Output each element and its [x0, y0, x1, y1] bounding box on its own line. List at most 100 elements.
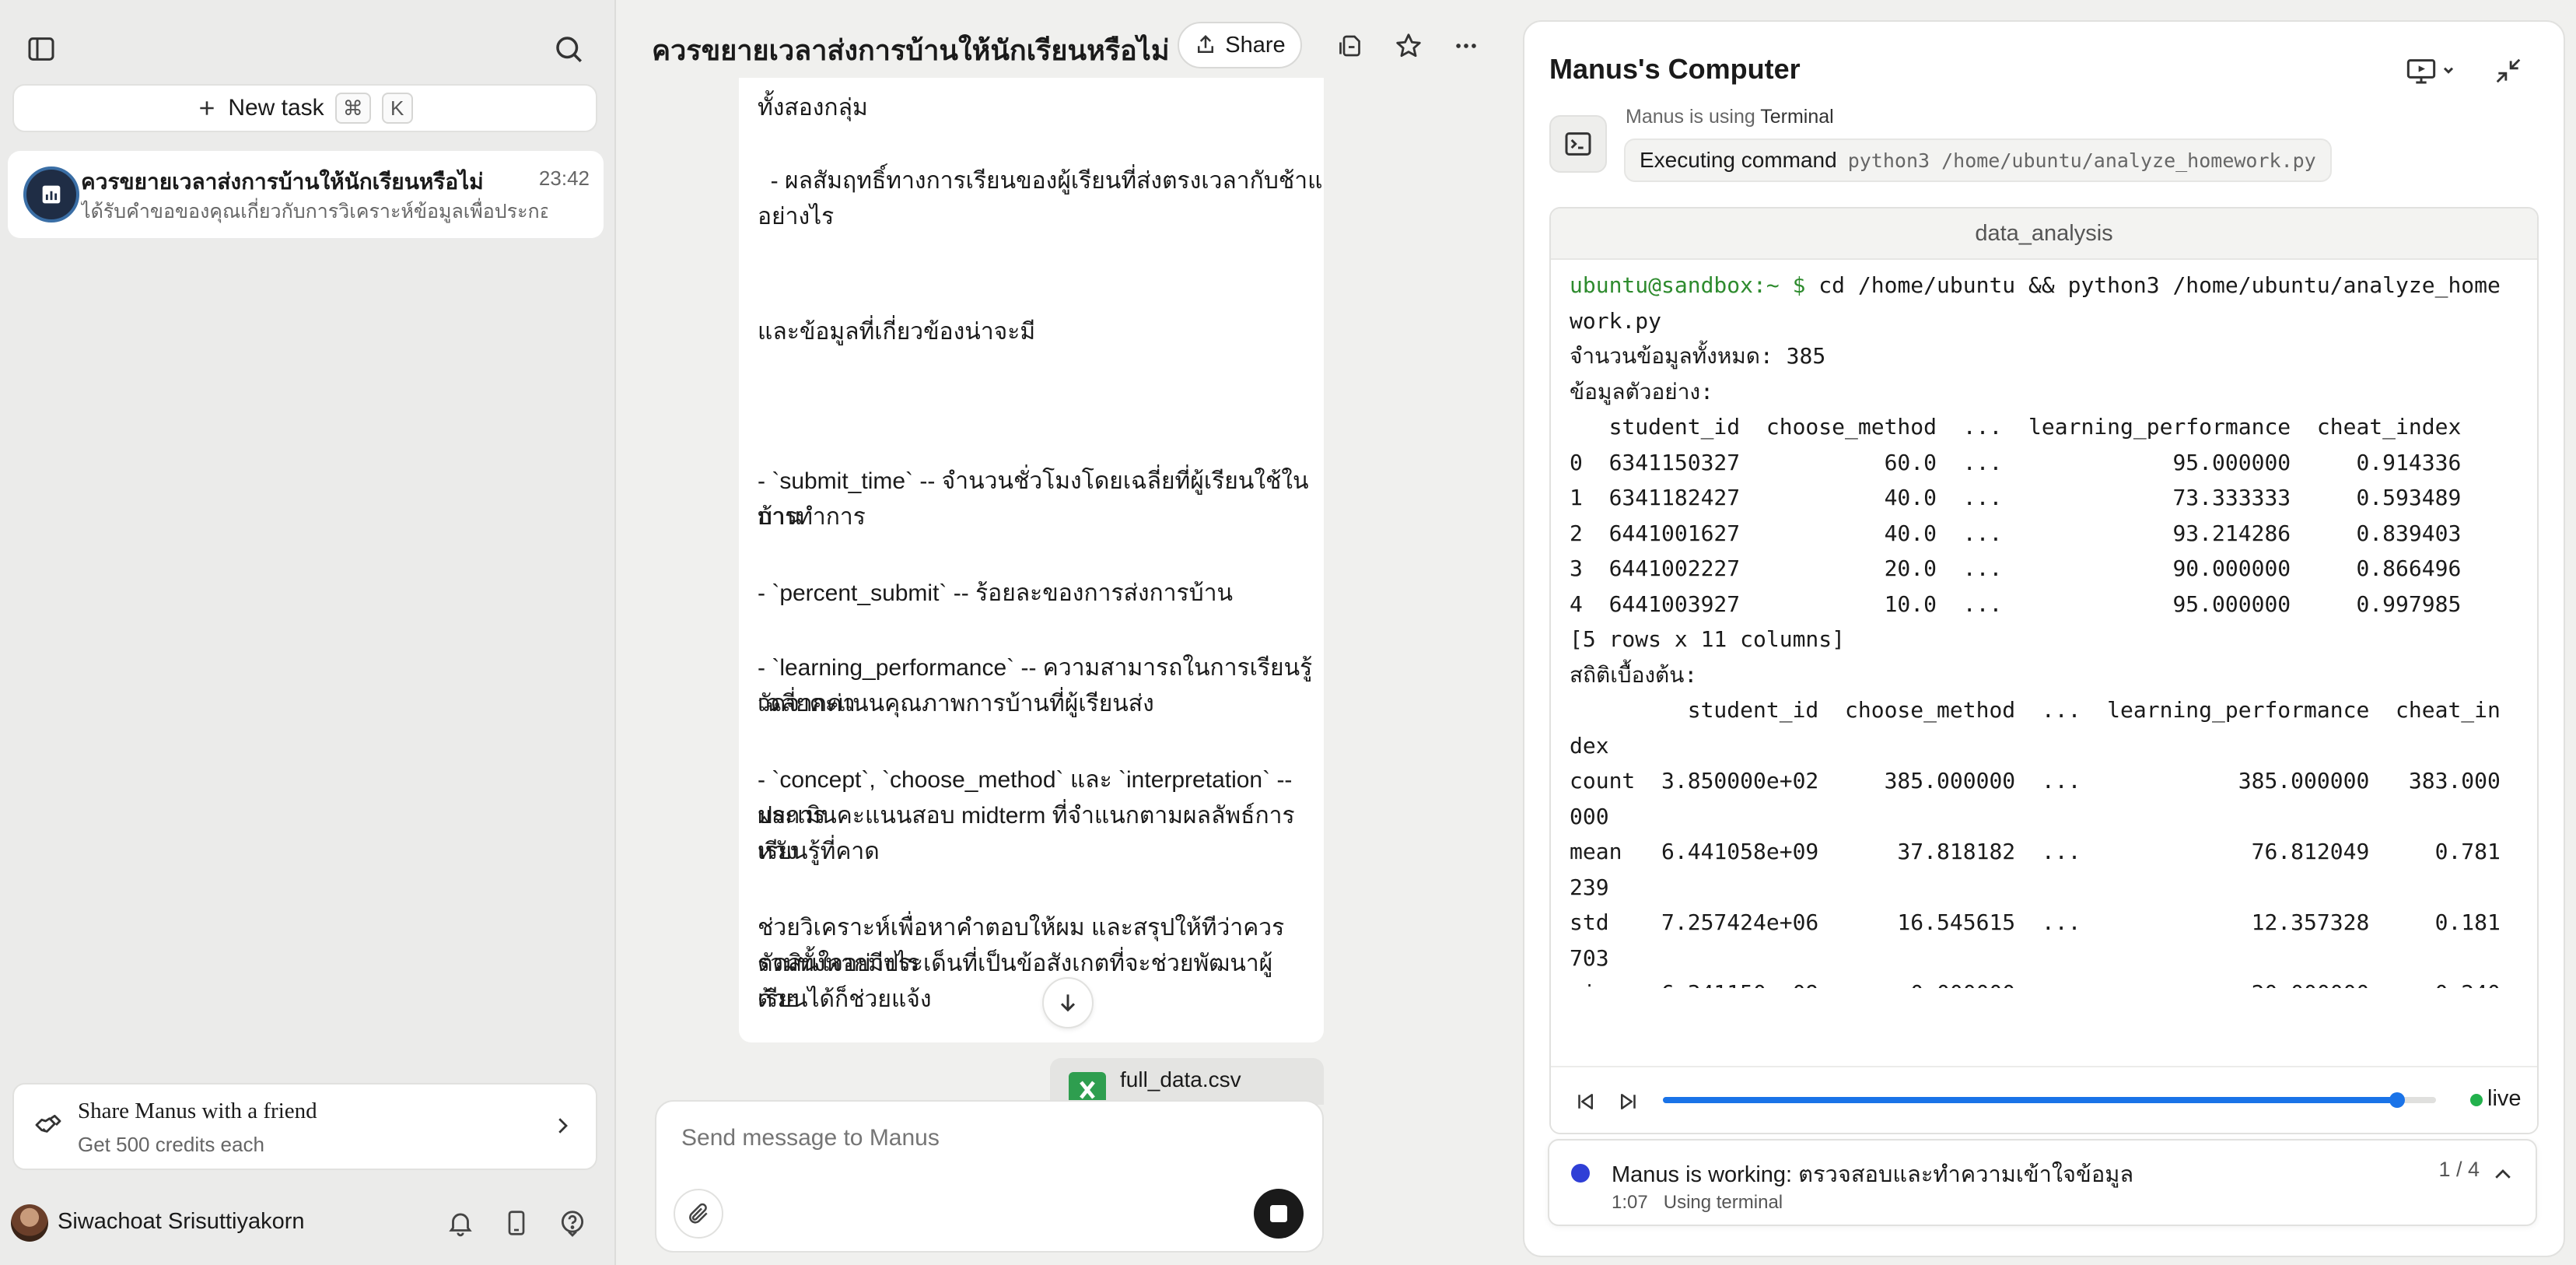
task-list-item[interactable]: ควรขยายเวลาส่งการบ้านให้นักเรียนหรือไม่ …: [8, 151, 604, 238]
search-icon[interactable]: [549, 30, 588, 68]
share-card-title: Share Manus with a friend: [78, 1099, 317, 1123]
help-icon[interactable]: [554, 1204, 591, 1242]
skip-back-icon[interactable]: [1570, 1086, 1601, 1117]
command-text: python3 /home/ubuntu/analyze_homework.py: [1847, 149, 2316, 172]
message-line: และข้อมูลที่เกี่ยวข้องน่าจะมี: [758, 319, 1036, 345]
handshake-icon: [33, 1109, 64, 1141]
terminal-line: 0 6341150327 60.0 ... 95.000000 0.914336: [1570, 449, 2462, 475]
chevron-up-icon[interactable]: [2487, 1159, 2518, 1190]
task-time: 23:42: [538, 166, 590, 190]
share-manus-card[interactable]: Share Manus with a friend Get 500 credit…: [12, 1083, 597, 1170]
attach-button[interactable]: [674, 1189, 723, 1239]
stop-button[interactable]: [1254, 1189, 1304, 1239]
live-indicator-dot: [2470, 1094, 2483, 1106]
shortcut-k-key: K: [381, 93, 413, 124]
plus-icon: [200, 101, 214, 115]
message-line: หวัง: [758, 839, 798, 864]
playback-progress-fill: [1663, 1097, 2398, 1103]
terminal-line: 1 6341182427 40.0 ... 73.333333 0.593489: [1570, 485, 2462, 510]
terminal-line: count 3.850000e+02 385.000000 ... 385.00…: [1570, 768, 2501, 794]
mobile-icon[interactable]: [498, 1204, 535, 1242]
computer-panel: Manus's Computer Manus is using Terminal…: [1523, 20, 2565, 1257]
task-subtitle: ได้รับคำขอของคุณเกี่ยวกับการวิเคราะห์ข้อ…: [81, 201, 548, 223]
share-card-subtitle: Get 500 credits each: [78, 1133, 264, 1156]
using-tool: Terminal: [1760, 106, 1834, 128]
terminal-line: [5 rows x 11 columns]: [1570, 626, 1846, 652]
skip-forward-icon[interactable]: [1613, 1086, 1644, 1117]
new-task-button[interactable]: New task ⌘ K: [12, 84, 597, 132]
message-line: เฉลี่ยคะแนนคุณภาพการบ้านที่ผู้เรียนส่ง: [758, 691, 1154, 717]
share-button[interactable]: Share: [1178, 22, 1302, 68]
display-dropdown-icon[interactable]: [2403, 51, 2462, 90]
arrow-down-icon: [1060, 994, 1076, 1012]
chart-icon: [23, 166, 79, 223]
shortcut-cmd-key: ⌘: [334, 93, 371, 124]
message-line: - `percent_submit` -- ร้อยละของการส่งการ…: [758, 580, 1234, 606]
terminal-line: 000: [1570, 803, 1609, 829]
panel-title: Manus's Computer: [1549, 53, 1801, 85]
message-line: ด้วย: [758, 986, 800, 1012]
terminal-line: สถิติเบื้องต้น:: [1570, 661, 1698, 688]
file-name: full_data.csv: [1120, 1067, 1241, 1092]
terminal-line: student_id choose_method ... learning_pe…: [1570, 697, 2501, 723]
scroll-down-button[interactable]: [1042, 977, 1094, 1028]
status-indicator-dot: [1571, 1164, 1590, 1183]
status-elapsed: 1:07: [1612, 1192, 1648, 1213]
avatar[interactable]: [11, 1204, 48, 1242]
message-line: อย่างไร: [758, 204, 835, 230]
message-line: บ้าน: [758, 504, 802, 530]
terminal-line: min 6.341150e+09 0.000000 ... 20.000000 …: [1570, 976, 2526, 988]
bell-icon[interactable]: [442, 1204, 479, 1242]
chevron-right-icon: [551, 1114, 574, 1137]
file-attachment[interactable]: full_data.csv: [1050, 1058, 1324, 1105]
terminal-line: student_id choose_method ... learning_pe…: [1570, 414, 2462, 440]
tool-usage-label: Manus is using Terminal: [1626, 106, 1834, 128]
status-step: 1:07 Using terminal: [1612, 1192, 1783, 1214]
status-text: Manus is working: ตรวจสอบและทำความเข้าใจ…: [1612, 1162, 2134, 1187]
terminal-line: ข้อมูลตัวอย่าง:: [1570, 378, 1713, 405]
share-icon: [1198, 34, 1214, 53]
terminal-line: 3 6441002227 20.0 ... 90.000000 0.866496: [1570, 555, 2462, 581]
task-status-card[interactable]: Manus is working: ตรวจสอบและทำความเข้าใจ…: [1548, 1139, 2537, 1226]
terminal-line: std 7.257424e+06 16.545615 ... 12.357328…: [1570, 909, 2501, 935]
share-label: Share: [1225, 32, 1286, 58]
playback-progress-bar[interactable]: [1663, 1092, 2436, 1108]
command-chip: Executing command python3 /home/ubuntu/a…: [1624, 138, 2332, 182]
using-prefix: Manus is using: [1626, 106, 1755, 128]
star-icon[interactable]: [1389, 26, 1428, 65]
status-step-label: Using terminal: [1663, 1192, 1783, 1213]
terminal-line: 2 6441001627 40.0 ... 93.214286 0.839403: [1570, 520, 2462, 546]
page-title: ควรขยายเวลาส่งการบ้านให้นักเรียนหรือไม่: [652, 34, 1170, 66]
task-title: ควรขยายเวลาส่งการบ้านให้นักเรียนหรือไม่: [81, 170, 484, 194]
sidebar-toggle-icon[interactable]: [22, 30, 61, 68]
terminal-line: 703: [1570, 944, 1609, 971]
terminal-command: cd /home/ubuntu && python3 /home/ubuntu/…: [1805, 272, 2501, 298]
live-label[interactable]: live: [2487, 1086, 2522, 1112]
playback-controls: live: [1551, 1066, 2537, 1133]
message-line: ทั้งสองกลุ่ม: [758, 95, 868, 121]
status-step-count: 1 / 4: [2438, 1158, 2480, 1181]
terminal-line: ubuntu@sandbox:~ $ cd /home/ubuntu && py…: [1570, 268, 2526, 303]
user-message: ทั้งสองกลุ่ม - ผลสัมฤทธิ์ทางการเรียนของผ…: [739, 78, 1324, 1042]
terminal-line: mean 6.441058e+09 37.818182 ... 76.81204…: [1570, 839, 2501, 864]
copy-file-icon[interactable]: [1332, 26, 1370, 65]
terminal-title: data_analysis: [1551, 208, 2537, 260]
playback-progress-handle[interactable]: [2389, 1092, 2406, 1108]
more-icon[interactable]: [1447, 26, 1486, 65]
terminal-line: work.py: [1570, 307, 1662, 334]
message-input[interactable]: [681, 1125, 1288, 1151]
user-name[interactable]: Siwachoat Srisuttiyakorn: [58, 1209, 305, 1235]
terminal-line: dex: [1570, 732, 1609, 759]
terminal-line: 239: [1570, 874, 1609, 900]
new-task-label: New task: [228, 95, 324, 121]
collapse-icon[interactable]: [2489, 51, 2528, 90]
message-line: - ผลสัมฤทธิ์ทางการเรียนของผู้เรียนที่ส่ง…: [770, 168, 1324, 194]
chat-panel: ควรขยายเวลาส่งการบ้านให้นักเรียนหรือไม่ …: [616, 0, 1521, 1265]
stop-icon: [1270, 1205, 1287, 1222]
message-composer: [655, 1100, 1324, 1253]
sidebar: New task ⌘ K ควรขยายเวลาส่งการบ้านให้นัก…: [0, 0, 616, 1265]
paperclip-icon: [689, 1203, 708, 1224]
terminal-prompt: ubuntu@sandbox:~ $: [1570, 272, 1806, 298]
terminal-output: ubuntu@sandbox:~ $ cd /home/ubuntu && py…: [1570, 268, 2526, 988]
command-label: Executing command: [1640, 148, 1837, 172]
